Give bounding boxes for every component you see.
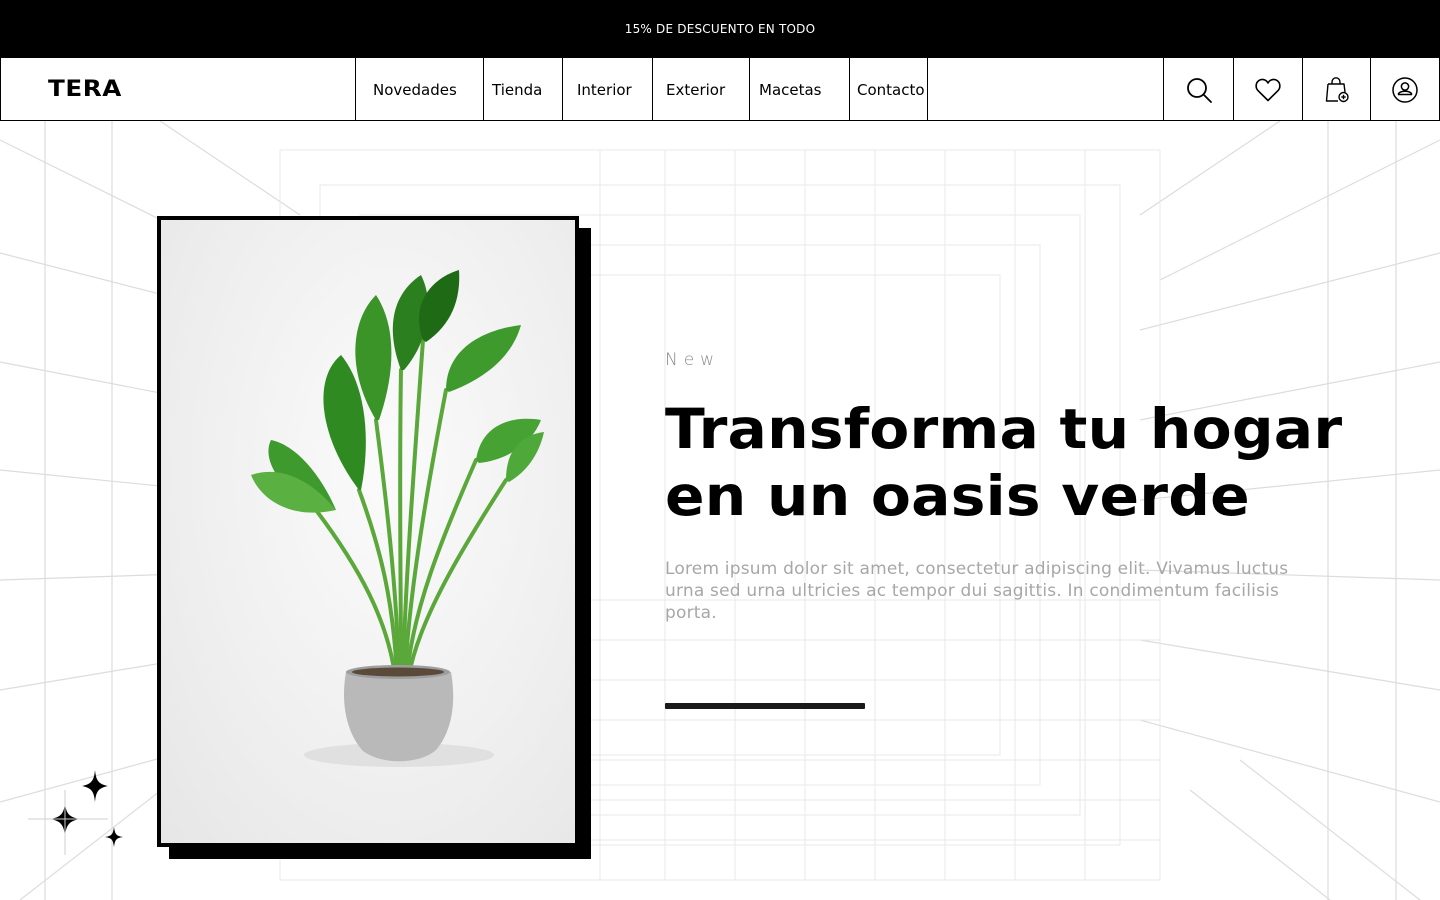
account-button[interactable]	[1370, 58, 1440, 121]
search-icon	[1186, 77, 1212, 103]
shopping-bag-icon	[1325, 76, 1349, 102]
hero-cta-bar[interactable]	[665, 703, 865, 709]
nav-item-novedades[interactable]: Novedades	[356, 58, 484, 121]
user-icon	[1392, 76, 1418, 103]
nav-item-label: Tienda	[492, 80, 543, 99]
plant-illustration	[251, 270, 544, 767]
search-button[interactable]	[1163, 58, 1233, 121]
wishlist-button[interactable]	[1233, 58, 1302, 121]
brand-logo[interactable]: TERA	[48, 77, 122, 102]
nav-item-label: Novedades	[373, 80, 457, 99]
nav-item-label: Exterior	[666, 80, 726, 99]
nav-item-macetas[interactable]: Macetas	[750, 58, 850, 121]
logo-container[interactable]: TERA	[0, 58, 356, 121]
promo-banner: 15% DE DESCUENTO EN TODO	[0, 0, 1440, 57]
nav-item-exterior[interactable]: Exterior	[653, 58, 750, 121]
hero-eyebrow: New	[665, 350, 721, 370]
nav-item-contacto[interactable]: Contacto	[850, 58, 928, 121]
heart-icon	[1255, 78, 1281, 101]
hero-headline: Transforma tu hogar en un oasis verde	[665, 397, 1343, 528]
main-navbar: TERA Novedades Tienda Interior Exterior …	[0, 57, 1440, 121]
hero-description: Lorem ipsum dolor sit amet, consectetur …	[665, 559, 1289, 623]
promo-text: 15% DE DESCUENTO EN TODO	[624, 21, 816, 36]
sparkle-decoration-icon	[28, 770, 123, 855]
hero-text-block: New Transforma tu hogar en un oasis verd…	[665, 350, 1355, 624]
nav-item-tienda[interactable]: Tienda	[484, 58, 563, 121]
nav-item-label: Macetas	[759, 80, 822, 99]
hero-plant-image	[161, 220, 575, 843]
nav-item-interior[interactable]: Interior	[563, 58, 653, 121]
cart-button[interactable]	[1302, 58, 1370, 121]
nav-item-label: Interior	[577, 80, 632, 99]
hero-photo-frame	[157, 216, 579, 847]
nav-item-label: Contacto	[857, 80, 925, 99]
